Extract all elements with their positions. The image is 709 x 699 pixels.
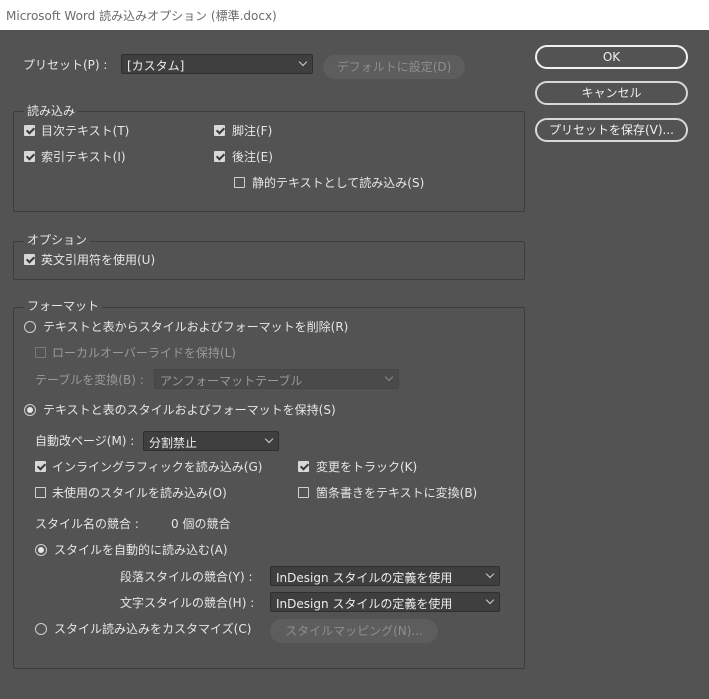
chevron-down-icon [384,372,394,382]
options-group-title: オプション [24,233,91,247]
index-text-checkbox[interactable] [24,151,35,162]
unused-styles-label: 未使用のスタイルを読み込み(O) [52,486,227,500]
preset-label: プリセット(P) : [23,58,108,72]
customize-radio[interactable] [35,623,47,635]
set-default-button[interactable]: デフォルトに設定(D) [323,55,465,79]
style-conflicts-label: スタイル名の競合 : [35,517,139,531]
auto-import-label: スタイルを自動的に読み込む(A) [54,543,228,557]
ok-button-label: OK [602,50,621,64]
cancel-button[interactable]: キャンセル [535,81,688,105]
track-changes-label: 変更をトラック(K) [316,460,418,474]
page-break-value: 分割禁止 [149,436,198,450]
auto-import-radio[interactable] [35,544,47,556]
bullets-to-text-checkbox[interactable] [298,487,309,498]
footnotes-label: 脚注(F) [232,124,273,138]
table-convert-value: アンフォーマットテーブル [160,374,303,388]
chevron-down-icon [264,434,274,444]
char-conflict-select[interactable]: InDesign スタイルの定義を使用 [270,592,500,612]
para-conflict-value: InDesign スタイルの定義を使用 [276,571,453,585]
cancel-button-label: キャンセル [581,86,642,100]
page-break-label: 自動改ページ(M) : [35,434,135,448]
char-conflict-label: 文字スタイルの競合(H) : [120,596,255,610]
page-break-select[interactable]: 分割禁止 [143,431,279,451]
preserve-local-label: ローカルオーバーライドを保持(L) [52,346,236,360]
inline-graphics-checkbox[interactable] [35,461,46,472]
table-convert-label: テーブルを変換(B) : [35,373,144,387]
table-convert-select[interactable]: アンフォーマットテーブル [154,369,399,389]
remove-styles-radio[interactable] [24,321,36,333]
save-preset-button-label: プリセットを保存(V)... [548,123,675,137]
preset-select-value: [カスタム] [127,59,185,73]
chevron-down-icon [298,57,308,67]
bullets-to-text-label: 箇条書きをテキストに変換(B) [316,486,478,500]
endnotes-checkbox[interactable] [214,151,225,162]
para-conflict-label: 段落スタイルの競合(Y) : [120,570,253,584]
window-title: Microsoft Word 読み込みオプション (標準.docx) [6,9,277,23]
para-conflict-select[interactable]: InDesign スタイルの定義を使用 [270,566,500,586]
typographer-quotes-label: 英文引用符を使用(U) [41,253,156,267]
track-changes-checkbox[interactable] [298,461,309,472]
style-conflicts-value: 0 個の競合 [171,517,231,531]
static-text-label: 静的テキストとして読み込み(S) [252,176,425,190]
preserve-styles-label: テキストと表のスタイルおよびフォーマットを保持(S) [43,403,336,417]
footnotes-checkbox[interactable] [214,125,225,136]
endnotes-label: 後注(E) [232,150,273,164]
toc-text-checkbox[interactable] [24,125,35,136]
chevron-down-icon [485,595,495,605]
chevron-down-icon [485,569,495,579]
preserve-styles-radio[interactable] [24,404,36,416]
static-text-checkbox[interactable] [234,177,245,188]
unused-styles-checkbox[interactable] [35,487,46,498]
preserve-local-checkbox[interactable] [35,347,46,358]
typographer-quotes-checkbox[interactable] [24,254,35,265]
preset-select[interactable]: [カスタム] [121,54,313,74]
remove-styles-label: テキストと表からスタイルおよびフォーマットを削除(R) [43,320,349,334]
style-mapping-button-label: スタイルマッピング(N)... [285,624,423,638]
style-mapping-button[interactable]: スタイルマッピング(N)... [270,619,438,643]
inline-graphics-label: インライングラフィックを読み込み(G) [52,460,263,474]
import-group-title: 読み込み [24,104,79,118]
save-preset-button[interactable]: プリセットを保存(V)... [535,118,688,142]
toc-text-label: 目次テキスト(T) [41,124,130,138]
window-title-bar: Microsoft Word 読み込みオプション (標準.docx) [0,0,709,30]
index-text-label: 索引テキスト(I) [41,150,126,164]
char-conflict-value: InDesign スタイルの定義を使用 [276,597,453,611]
ok-button[interactable]: OK [535,45,688,69]
format-group-title: フォーマット [24,299,103,313]
set-default-button-label: デフォルトに設定(D) [336,60,452,74]
customize-label: スタイル読み込みをカスタマイズ(C) [54,622,252,636]
